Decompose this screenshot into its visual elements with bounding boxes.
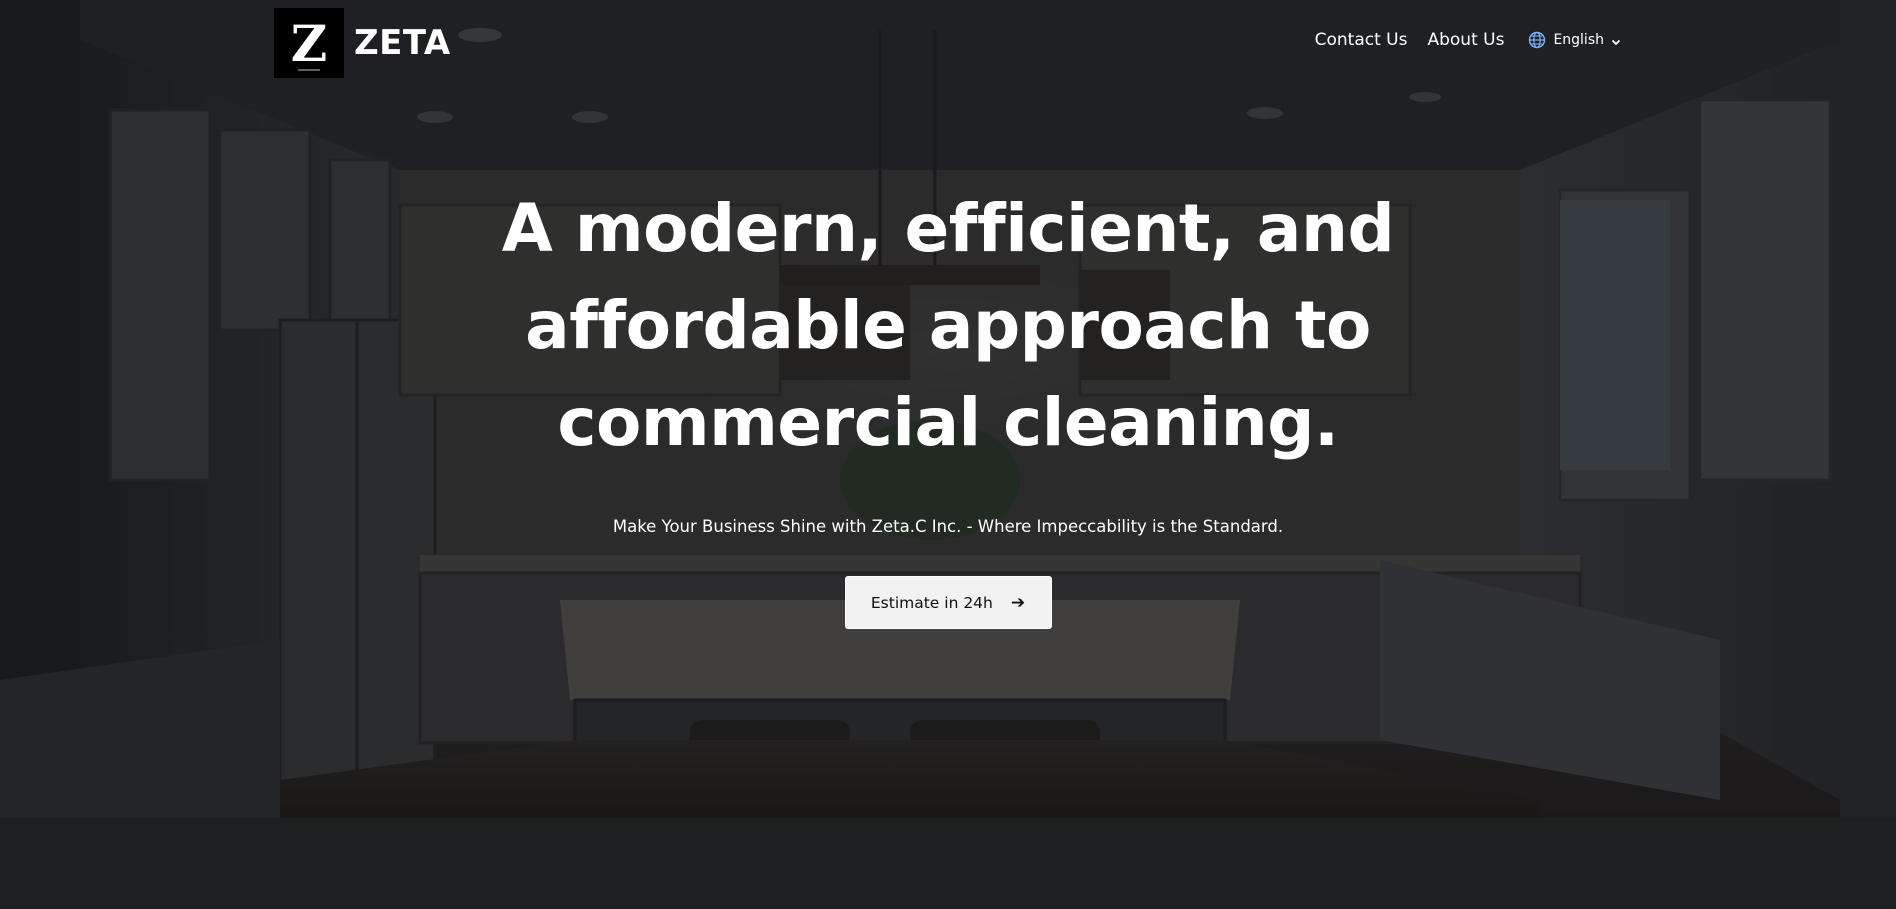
logo-icon: Z [274,8,344,78]
nav-contact-us[interactable]: Contact Us [1315,30,1408,50]
svg-text:Z: Z [291,14,328,73]
logo-link[interactable]: Z ZETA [274,8,451,78]
hero-headline: A modern, efficient, and affordable appr… [501,190,1395,461]
estimate-button-label: Estimate in 24h [870,593,993,612]
next-section [0,818,1896,909]
main-nav: Contact Us About Us English [1315,30,1621,50]
nav-about-us[interactable]: About Us [1427,30,1504,50]
language-label: English [1553,32,1604,48]
estimate-button[interactable]: Estimate in 24h ➔ [844,576,1052,629]
hero-subheadline: Make Your Business Shine with Zeta.C Inc… [612,517,1284,536]
chevron-down-icon [1611,35,1621,46]
language-selector[interactable]: English [1528,31,1621,49]
hero-content: A modern, efficient, and affordable appr… [0,180,1896,629]
arrow-right-icon: ➔ [1010,592,1026,613]
brand-name: ZETA [354,23,451,63]
globe-icon [1528,31,1546,49]
site-header: Z ZETA Contact Us About Us English [0,0,1896,86]
page: Z ZETA Contact Us About Us English A mod… [0,0,1896,909]
